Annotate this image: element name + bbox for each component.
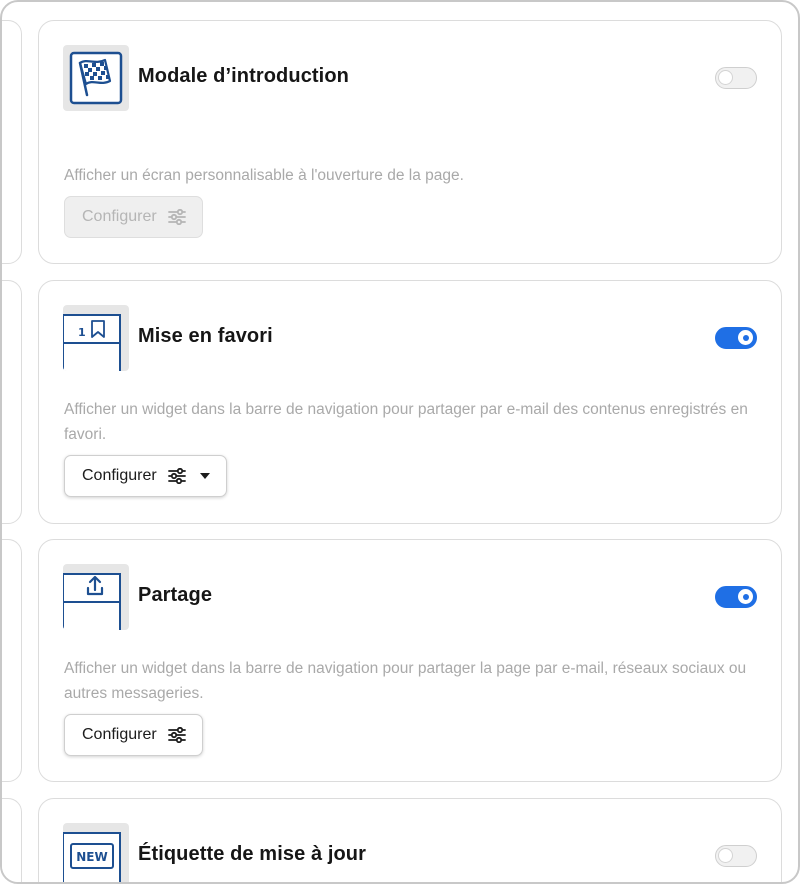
left-card-stub <box>2 539 22 782</box>
toggle-knob <box>738 589 753 604</box>
feature-description: Afficher un widget dans la barre de navi… <box>64 401 748 443</box>
configure-button[interactable]: Configurer <box>64 455 227 497</box>
feature-card-share: Partage Afficher un widget dans la barre… <box>38 539 782 782</box>
feature-card-bookmark: 1 Mise en favori Afficher un widget dans… <box>38 280 782 524</box>
feature-title: Mise en favori <box>138 325 273 347</box>
bookmark-icon: 1 <box>63 314 121 371</box>
configure-button[interactable]: Configurer <box>64 714 203 756</box>
configure-button-label: Configurer <box>82 467 157 484</box>
feature-card-intro-modal: Modale d’introduction Afficher un écran … <box>38 20 782 264</box>
feature-title: Modale d’introduction <box>138 65 349 87</box>
feature-description: Afficher un écran personnalisable à l'ou… <box>64 167 464 184</box>
feature-toggle[interactable] <box>715 67 757 89</box>
toggle-knob <box>718 848 733 863</box>
toggle-knob <box>718 70 733 85</box>
sliders-icon <box>167 209 186 225</box>
configure-button[interactable]: Configurer <box>64 196 203 238</box>
feature-title: Étiquette de mise à jour <box>138 843 367 865</box>
checkered-flag-icon <box>69 51 123 105</box>
feature-thumbnail <box>63 564 129 630</box>
feature-thumbnail <box>63 45 129 111</box>
share-upload-icon <box>63 573 121 630</box>
sliders-icon <box>167 468 186 484</box>
feature-description: Afficher un widget dans la barre de navi… <box>64 660 747 702</box>
feature-title: Partage <box>138 584 213 606</box>
settings-panel: Modale d’introduction Afficher un écran … <box>0 0 800 884</box>
feature-toggle[interactable] <box>715 845 757 867</box>
left-card-stub <box>2 798 22 882</box>
feature-card-update-label: NEW Étiquette de mise à jour <box>38 798 782 882</box>
bookmark-count: 1 <box>78 326 86 339</box>
new-badge-text: NEW <box>76 850 107 864</box>
new-label-icon: NEW <box>63 832 121 882</box>
feature-toggle[interactable] <box>715 586 757 608</box>
feature-thumbnail: NEW <box>63 823 129 882</box>
left-card-stub <box>2 280 22 524</box>
chevron-down-icon <box>199 473 210 479</box>
sliders-icon <box>167 727 186 743</box>
configure-button-label: Configurer <box>82 726 157 743</box>
toggle-knob <box>738 330 753 345</box>
feature-thumbnail: 1 <box>63 305 129 371</box>
feature-toggle[interactable] <box>715 327 757 349</box>
left-card-stub <box>2 20 22 264</box>
configure-button-label: Configurer <box>82 208 157 225</box>
